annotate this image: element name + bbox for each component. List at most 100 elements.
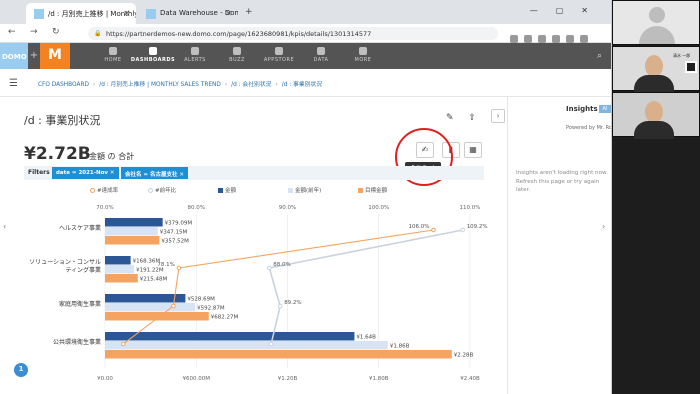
- line-point: [120, 341, 126, 347]
- url-field[interactable]: 🔒 https://partnerdemos-new.domo.com/page…: [88, 27, 498, 40]
- line-point: [277, 303, 283, 309]
- breadcrumb-item[interactable]: /d : 会社別状況: [231, 82, 271, 88]
- legend-item[interactable]: #達成率: [90, 186, 118, 194]
- category-label: 家庭用衛生事業: [59, 300, 101, 308]
- participant-tile[interactable]: [612, 0, 700, 45]
- line-point: [431, 227, 436, 233]
- line-point: [266, 265, 272, 271]
- data-icon: [317, 47, 325, 55]
- reload-icon[interactable]: ↻: [52, 27, 60, 37]
- x2-tick-label: 100.0%: [368, 205, 389, 211]
- bar-value-label: ¥592.87M: [197, 305, 225, 311]
- extension-icon[interactable]: [510, 35, 518, 43]
- bar-value-label: ¥1.64B: [356, 334, 376, 340]
- more-icon: [359, 47, 367, 55]
- video-call-panel: 清水 一郎: [612, 0, 700, 394]
- filter-chip-company[interactable]: 会社名 = 名古屋支社 ✕: [121, 167, 188, 179]
- bar-1: [105, 265, 135, 274]
- tab-data-warehouse[interactable]: Data Warehouse - Domo ✕: [138, 3, 238, 24]
- lock-icon: 🔒: [94, 30, 102, 37]
- plus-icon: +: [29, 50, 39, 61]
- bar-1: [105, 303, 196, 312]
- bar-1: [105, 341, 388, 350]
- participant-tile[interactable]: [612, 92, 700, 139]
- bar-value-label: ¥168.36M: [133, 258, 161, 264]
- scroll-left-icon[interactable]: ‹: [3, 222, 6, 231]
- extension-icon[interactable]: [524, 35, 532, 43]
- close-tab-icon[interactable]: ✕: [123, 9, 130, 18]
- breadcrumb-item[interactable]: /d : 事業別状況: [282, 82, 322, 88]
- bar-value-label: ¥528.69M: [187, 296, 215, 302]
- summary-label: 金額 の 合計: [89, 152, 135, 161]
- card-tools: ✎ ⇪: [446, 113, 476, 123]
- insights-message: Insights aren't loading right now. Refre…: [516, 170, 608, 194]
- participant-tile[interactable]: 清水 一郎: [612, 46, 700, 93]
- hamburger-menu-icon[interactable]: ☰: [9, 78, 18, 89]
- line-value-label: 109.2%: [467, 224, 488, 230]
- breadcrumb-item[interactable]: CFO DASHBOARD: [38, 82, 89, 88]
- app-logo[interactable]: M: [40, 43, 70, 69]
- share-icon[interactable]: ⇪: [468, 113, 476, 123]
- insights-title: Insights: [566, 105, 598, 113]
- browser-tab-bar: /d : 月別売上推移 | Monthly Sales ✕ Data Wareh…: [0, 0, 611, 24]
- insights-powered-by: Powered by Mr. Ro: [566, 125, 612, 131]
- close-tab-icon[interactable]: ✕: [225, 9, 232, 18]
- scroll-right-icon[interactable]: ›: [602, 222, 605, 231]
- search-icon[interactable]: ⌕: [597, 51, 602, 61]
- extension-icons[interactable]: [510, 28, 610, 43]
- extension-icon[interactable]: [538, 35, 546, 43]
- category-label: ヘルスケア事業: [59, 224, 101, 232]
- tab-monthly-sales[interactable]: /d : 月別売上推移 | Monthly Sales ✕: [26, 3, 136, 24]
- filters-label: Filters: [28, 169, 50, 176]
- bar-0: [105, 256, 131, 265]
- window-controls[interactable]: —▢✕: [530, 6, 606, 15]
- domo-favicon-icon: [146, 9, 156, 19]
- business-bar-chart: ¥0.00 ¥600.00M ¥1.20B ¥1.80B ¥2.40B 70.0% 80.0…: [29, 205, 488, 382]
- bar-value-label: ¥682.27M: [211, 314, 239, 320]
- browser-window: /d : 月別売上推移 | Monthly Sales ✕ Data Wareh…: [0, 0, 612, 394]
- legend-item[interactable]: #前年比: [148, 186, 176, 194]
- edit-pencil-icon[interactable]: ✎: [446, 113, 454, 123]
- domo-navbar: DOMO + M HOME DASHBOARDS ALERTS BUZZ APP…: [0, 43, 611, 69]
- bar-value-label: ¥191.22M: [136, 267, 164, 273]
- legend-item[interactable]: 目標金額: [358, 186, 387, 194]
- help-bubble[interactable]: 1: [14, 363, 28, 377]
- extension-icon[interactable]: [552, 35, 560, 43]
- bar-2: [105, 312, 209, 321]
- participant-face: [645, 101, 663, 123]
- breadcrumb-item[interactable]: /d : 月別売上推移 | MONTHLY SALES TREND: [99, 82, 221, 88]
- bar-1: [105, 227, 158, 236]
- line-0: [122, 229, 434, 345]
- x-tick-label: ¥2.40B: [460, 376, 480, 382]
- domo-logo[interactable]: DOMO: [0, 43, 28, 69]
- profile-icon[interactable]: [566, 35, 574, 43]
- expand-panel-button[interactable]: ›: [491, 109, 505, 123]
- line-point: [176, 265, 182, 271]
- menu-icon[interactable]: [580, 35, 588, 43]
- legend-item[interactable]: 金額(前年): [288, 186, 321, 194]
- filter-chip-date[interactable]: date = 2021-Nov ✕: [52, 167, 119, 179]
- breadcrumb: CFO DASHBOARD ›/d : 月別売上推移 | MONTHLY SALE…: [38, 82, 323, 88]
- x-tick-label: ¥1.20B: [278, 376, 298, 382]
- bar-0: [105, 218, 163, 227]
- bar-value-label: ¥357.52M: [161, 238, 189, 244]
- line-value-label: 78.1%: [157, 262, 174, 268]
- x-tick-label: ¥0.00: [97, 376, 113, 382]
- bar-value-label: ¥1.86B: [390, 343, 410, 349]
- table-view-button[interactable]: ▦: [464, 142, 482, 158]
- bar-0: [105, 294, 186, 303]
- category-label: ソリューション・コンサル: [29, 259, 101, 266]
- new-tab-button[interactable]: +: [245, 7, 253, 17]
- legend-item[interactable]: 金額: [218, 186, 236, 194]
- appstore-icon: [275, 47, 283, 55]
- participant-face: [645, 55, 663, 77]
- domo-favicon-icon: [34, 9, 44, 19]
- forward-icon[interactable]: →: [30, 27, 38, 37]
- back-icon[interactable]: ←: [8, 27, 16, 37]
- bar-2: [105, 236, 160, 245]
- x-tick-label: ¥1.80B: [369, 376, 389, 382]
- nav-more[interactable]: MORE: [338, 47, 388, 63]
- x2-tick-label: 80.0%: [188, 205, 205, 211]
- x-tick-label: ¥600.00M: [183, 376, 211, 382]
- bar-2: [105, 350, 452, 359]
